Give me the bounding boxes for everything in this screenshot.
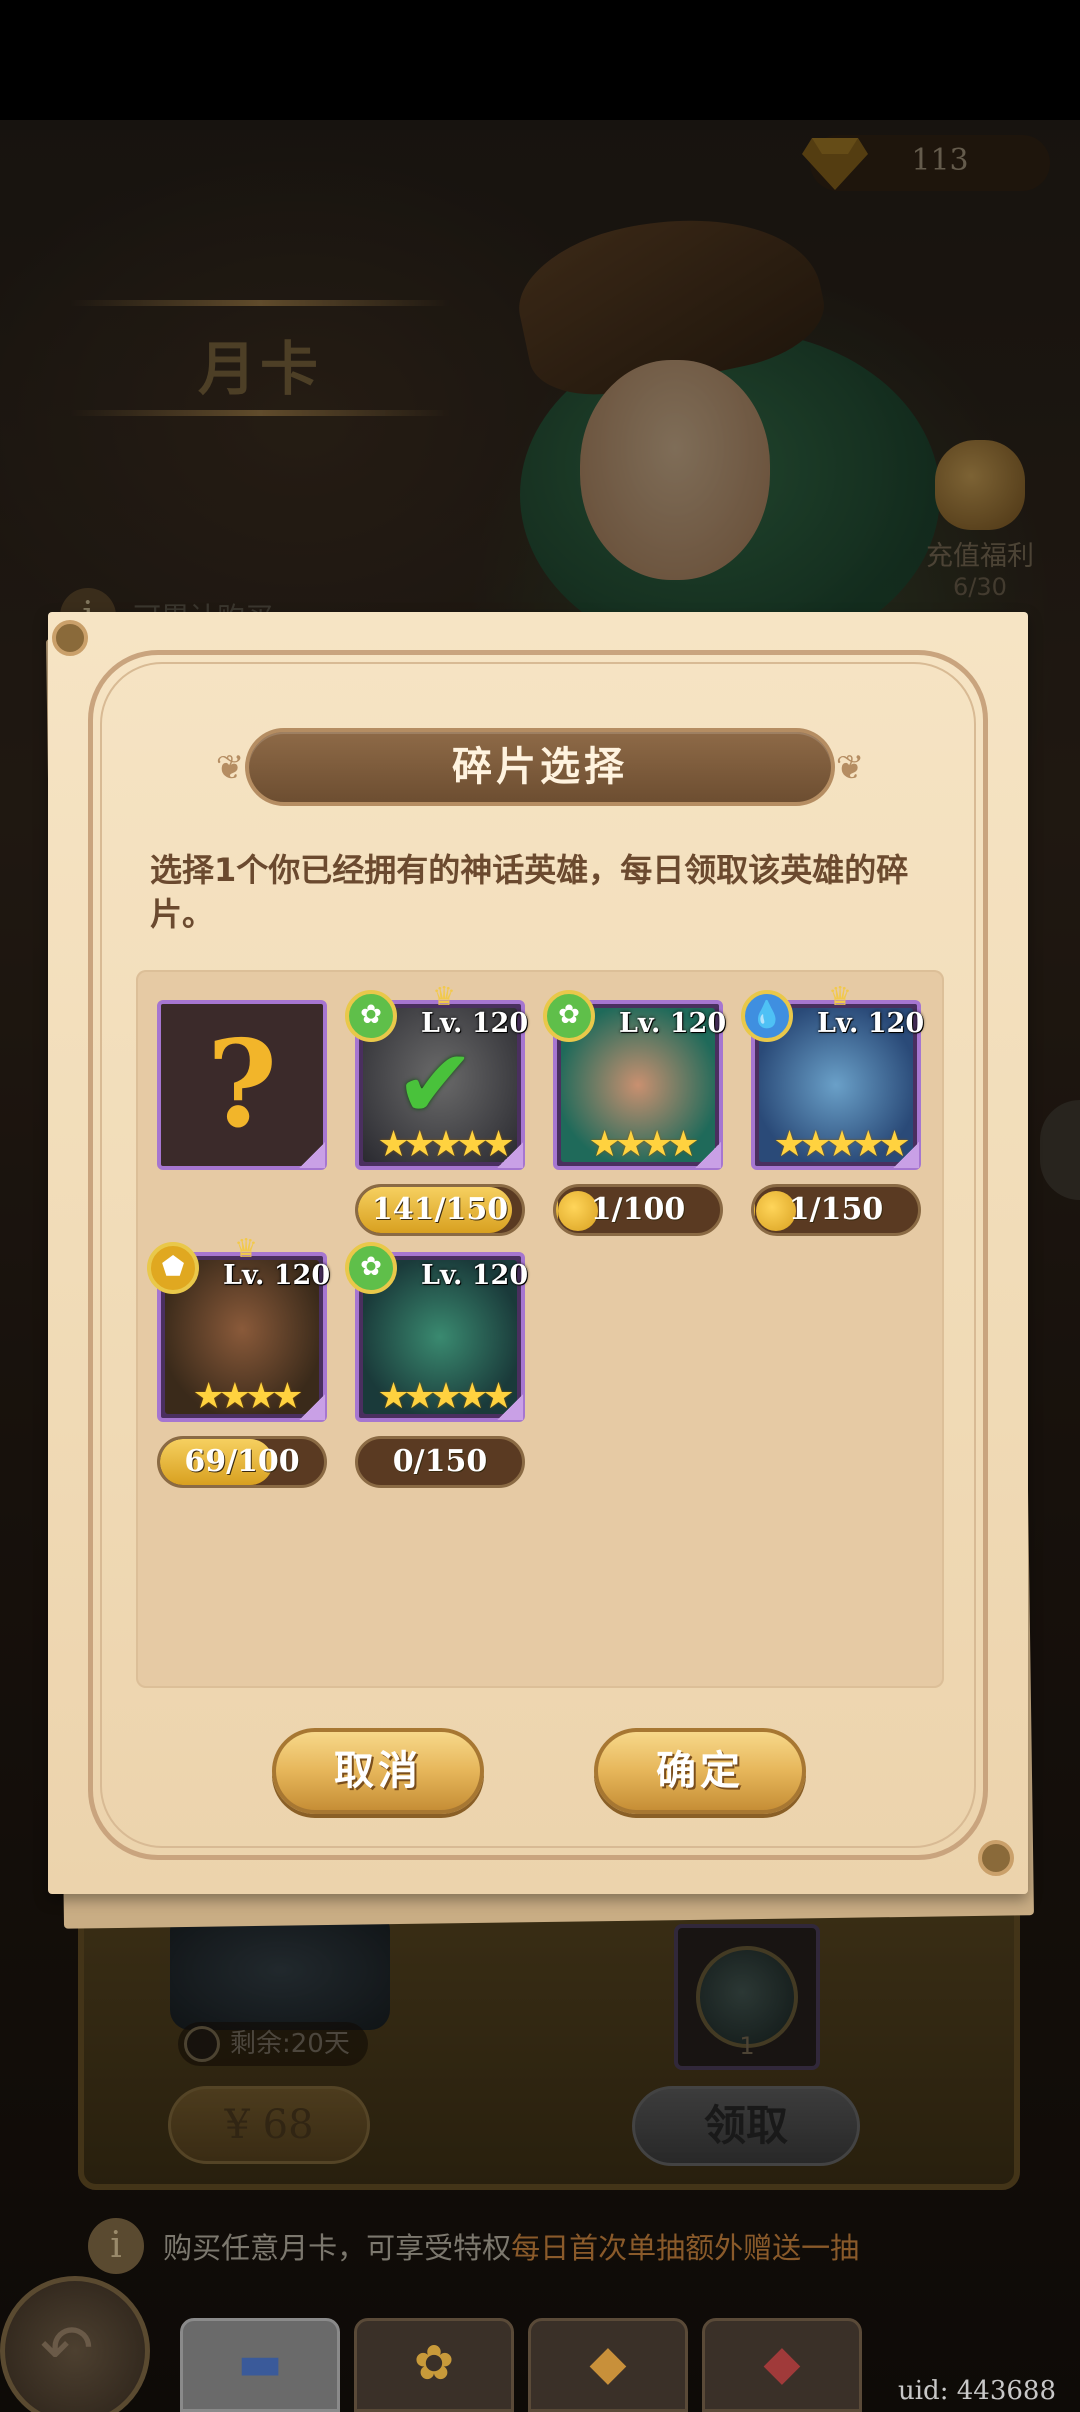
fragment-progress: 1/100 (553, 1184, 723, 1236)
hero-card: 💧 ♛ Lv. 120 ★★★★★ (741, 982, 924, 1170)
nature-icon: ✿ (345, 990, 397, 1042)
hero-slot-unknown[interactable]: ? (157, 1000, 327, 1170)
fragment-progress: 69/100 (157, 1436, 327, 1488)
hero-slot[interactable]: 💧 ♛ Lv. 120 ★★★★★ 1/150 (741, 982, 924, 1236)
ornament-right-icon: ❦ (835, 748, 865, 788)
bottom-privilege-note: i 购买任意月卡，可享受特权每日首次单抽额外赠送一抽 (88, 2218, 859, 2278)
fragment-progress: 141/150 (355, 1184, 525, 1236)
dialog-description: 选择1个你已经拥有的神话英雄，每日领取该英雄的碎片。 (150, 851, 909, 933)
hero-slot[interactable]: ✿ Lv. 120 ★★★★★ 0/150 (345, 1242, 528, 1488)
fragment-progress: 1/150 (751, 1184, 921, 1236)
nature-icon: ✿ (345, 1242, 397, 1294)
crown-icon: ♛ (828, 982, 852, 1012)
scroll-knob-right (978, 1840, 1014, 1876)
dialog-title: 碎片选择 (452, 744, 628, 790)
back-arrow-icon: ↶ (40, 2312, 94, 2386)
crown-icon: ♛ (234, 1234, 258, 1264)
confirm-button[interactable]: 确定 (594, 1728, 806, 1814)
light-icon: ⬟ (147, 1242, 199, 1294)
tab-gift[interactable]: ✿ (354, 2318, 514, 2412)
ruby-icon: ◆ (763, 2335, 801, 2391)
water-icon: 💧 (741, 990, 793, 1042)
hero-card: ✿ Lv. 120 ★★★★★ (345, 1242, 528, 1422)
dialog-title-ribbon: 碎片选择 (245, 728, 835, 806)
hero-card: ✿ Lv. 120 ★★★★ (543, 990, 726, 1170)
hero-slot[interactable]: ⬟ ♛ Lv. 120 ★★★★ 69/100 (147, 1234, 330, 1488)
nature-icon: ✿ (543, 990, 595, 1042)
question-mark-icon: ? (206, 1014, 278, 1155)
hero-card: ✿ ♛ Lv. 120 ✔ ★★★★★ (345, 982, 528, 1170)
unknown-hero-card: ? (157, 1000, 327, 1170)
tab-gems[interactable]: ◆ (528, 2318, 688, 2412)
crown-icon: ♛ (432, 982, 456, 1012)
hero-slot[interactable]: ✿ Lv. 120 ★★★★ 1/100 (543, 990, 726, 1236)
info-icon: i (88, 2218, 144, 2274)
hero-slot[interactable]: ✿ ♛ Lv. 120 ✔ ★★★★★ 141/150 (345, 982, 528, 1236)
gift-icon: ✿ (413, 2335, 455, 2391)
scroll-knob-left (52, 620, 88, 656)
card-icon: ▬ (237, 2335, 283, 2391)
user-id: uid: 443688 (898, 2376, 1056, 2406)
tab-red-gems[interactable]: ◆ (702, 2318, 862, 2412)
gem-icon: ◆ (589, 2335, 627, 2391)
cancel-button[interactable]: 取消 (272, 1728, 484, 1814)
fragment-progress: 0/150 (355, 1436, 525, 1488)
tab-month-card[interactable]: ▬ (180, 2318, 340, 2412)
hero-card: ⬟ ♛ Lv. 120 ★★★★ (147, 1234, 330, 1422)
